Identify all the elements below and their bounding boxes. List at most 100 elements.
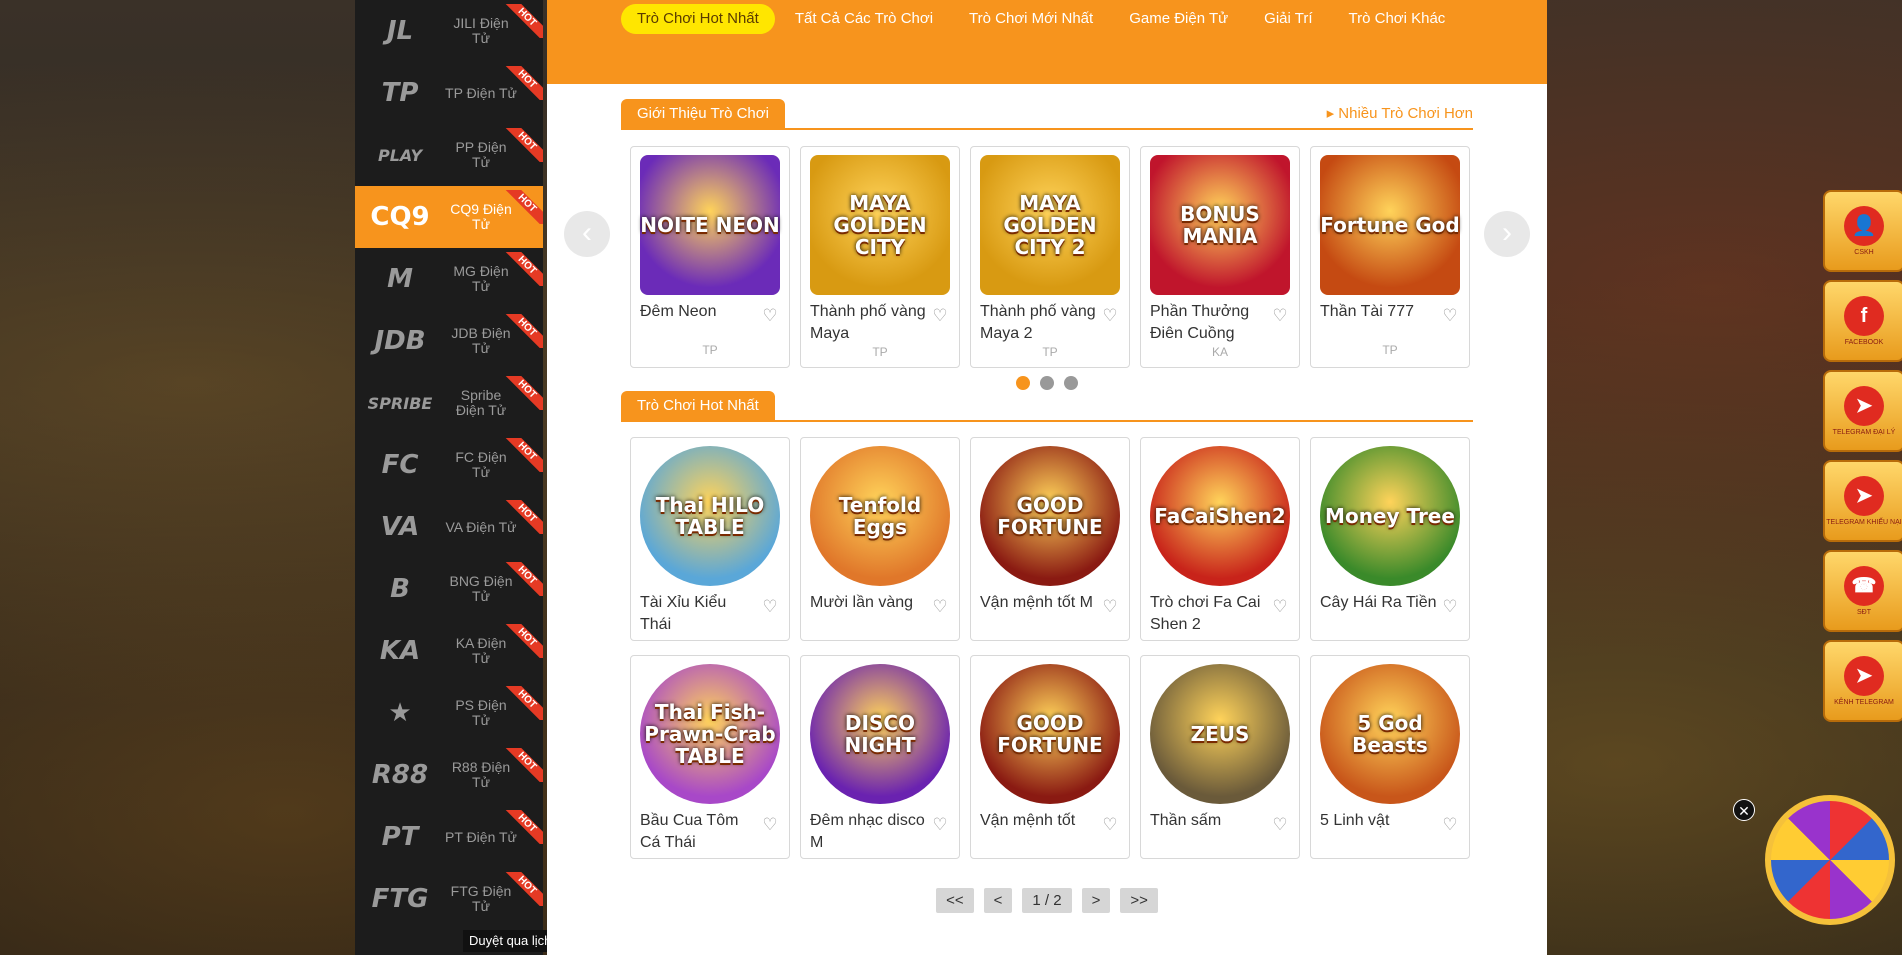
last-page-button[interactable]: >> bbox=[1120, 888, 1158, 913]
heart-icon[interactable]: ♡ bbox=[1101, 307, 1119, 325]
contact-button[interactable]: ☎ SĐT bbox=[1823, 550, 1902, 632]
nav-tab[interactable]: Giải Trí bbox=[1248, 4, 1328, 34]
hot-badge-label: HOT bbox=[505, 252, 543, 286]
provider-sidebar: JL JILI Điện Tử HOT TP TP Điện Tử HOT PLAY PP Đ… bbox=[355, 0, 543, 955]
heart-icon[interactable]: ♡ bbox=[1441, 307, 1459, 325]
contact-button[interactable]: 👤 CSKH bbox=[1823, 190, 1902, 272]
sidebar-item-provider[interactable]: TP TP Điện Tử HOT bbox=[355, 62, 543, 124]
game-card[interactable]: Money Tree Cây Hái Ra Tiền ♡ bbox=[1310, 437, 1470, 641]
nav-tab[interactable]: Tất Cả Các Trò Chơi bbox=[779, 4, 949, 34]
contact-button[interactable]: f FACEBOOK bbox=[1823, 280, 1902, 362]
next-page-button[interactable]: > bbox=[1081, 888, 1111, 913]
carousel-dot[interactable] bbox=[1064, 376, 1078, 390]
nav-tab[interactable]: Trò Chơi Hot Nhất bbox=[621, 4, 775, 34]
more-games-link[interactable]: ▸ Nhiều Trò Chơi Hơn bbox=[1327, 104, 1473, 122]
sidebar-item-provider[interactable]: KA KA Điện Tử HOT bbox=[355, 620, 543, 682]
hot-badge-label: HOT bbox=[505, 66, 543, 100]
game-card[interactable]: ZEUS Thần sấm ♡ bbox=[1140, 655, 1300, 859]
sidebar-item-provider[interactable]: R88 R88 Điện Tử HOT bbox=[355, 744, 543, 806]
game-card[interactable]: GOOD FORTUNE Vận mệnh tốt M ♡ bbox=[970, 437, 1130, 641]
heart-icon[interactable]: ♡ bbox=[931, 816, 949, 834]
nav-tab[interactable]: Game Điện Tử bbox=[1113, 4, 1244, 34]
carousel-prev-button[interactable]: ‹ bbox=[564, 211, 610, 257]
prev-page-button[interactable]: < bbox=[983, 888, 1013, 913]
heart-icon[interactable]: ♡ bbox=[1441, 816, 1459, 834]
game-card[interactable]: Thai Fish-Prawn-Crab TABLE Bầu Cua Tôm Cá… bbox=[630, 655, 790, 859]
heart-icon[interactable]: ♡ bbox=[1271, 598, 1289, 616]
game-provider: TP bbox=[1382, 343, 1398, 357]
intro-section-header: Giới Thiệu Trò Chơi ▸ Nhiều Trò Chơi Hơn bbox=[621, 99, 1473, 130]
contact-label: CSKH bbox=[1854, 249, 1874, 256]
heart-icon[interactable]: ♡ bbox=[761, 307, 779, 325]
heart-icon[interactable]: ♡ bbox=[1101, 816, 1119, 834]
game-thumbnail: GOOD FORTUNE bbox=[980, 446, 1120, 586]
game-provider: TP bbox=[872, 345, 888, 359]
game-card[interactable]: FaCaiShen2 Trò chơi Fa Cai Shen 2 ♡ bbox=[1140, 437, 1300, 641]
hot-badge: HOT bbox=[505, 66, 543, 100]
lucky-wheel[interactable] bbox=[1765, 795, 1895, 925]
main-panel: Trò Chơi Hot Nhất Tất Cả Các Trò Chơi Trò … bbox=[547, 0, 1547, 955]
close-wheel-button[interactable]: ✕ bbox=[1733, 799, 1755, 821]
heart-icon[interactable]: ♡ bbox=[1271, 816, 1289, 834]
hot-badge: HOT bbox=[505, 686, 543, 720]
game-card[interactable]: Tenfold Eggs Mười lần vàng ♡ bbox=[800, 437, 960, 641]
sidebar-item-provider[interactable]: FTG FTG Điện Tử HOT bbox=[355, 868, 543, 930]
heart-icon[interactable]: ♡ bbox=[761, 816, 779, 834]
game-card[interactable]: NOITE NEON Đêm Neon ♡ TP bbox=[630, 146, 790, 368]
game-thumbnail: DISCO NIGHT bbox=[810, 664, 950, 804]
hot-badge-label: HOT bbox=[505, 748, 543, 782]
sidebar-item-provider[interactable]: VA VA Điện Tử HOT bbox=[355, 496, 543, 558]
page-indicator: 1 / 2 bbox=[1022, 888, 1072, 913]
sidebar-item-provider[interactable]: JL JILI Điện Tử HOT bbox=[355, 0, 543, 62]
game-card[interactable]: DISCO NIGHT Đêm nhạc disco M ♡ bbox=[800, 655, 960, 859]
game-card[interactable]: 5 God Beasts 5 Linh vật ♡ bbox=[1310, 655, 1470, 859]
heart-icon[interactable]: ♡ bbox=[931, 598, 949, 616]
first-page-button[interactable]: << bbox=[936, 888, 974, 913]
contact-icon: ➤ bbox=[1844, 386, 1884, 426]
heart-icon[interactable]: ♡ bbox=[761, 598, 779, 616]
sidebar-item-provider[interactable]: PLAY PP Điện Tử HOT bbox=[355, 124, 543, 186]
nav-tab[interactable]: Trò Chơi Khác bbox=[1333, 4, 1462, 34]
game-thumbnail: ZEUS bbox=[1150, 664, 1290, 804]
game-card[interactable]: MAYA GOLDEN CITY Thành phố vàng Maya ♡ TP bbox=[800, 146, 960, 368]
hot-badge-label: HOT bbox=[505, 500, 543, 534]
heart-icon[interactable]: ♡ bbox=[1271, 307, 1289, 325]
sidebar-item-provider[interactable]: SPRIBE Spribe Điện Tử HOT bbox=[355, 372, 543, 434]
sidebar-item-provider[interactable]: JDB JDB Điện Tử HOT bbox=[355, 310, 543, 372]
contact-button[interactable]: ➤ TELEGRAM KHIẾU NẠI bbox=[1823, 460, 1902, 542]
hot-badge-label: HOT bbox=[505, 190, 543, 224]
provider-logo: JL bbox=[386, 16, 414, 46]
provider-logo: VA bbox=[380, 512, 420, 542]
heart-icon[interactable]: ♡ bbox=[1441, 598, 1459, 616]
sidebar-item-provider[interactable]: M MG Điện Tử HOT bbox=[355, 248, 543, 310]
game-thumbnail: Thai HILO TABLE bbox=[640, 446, 780, 586]
contact-label: KÊNH TELEGRAM bbox=[1834, 699, 1894, 706]
sidebar-item-provider[interactable]: CQ9 CQ9 Điện Tử HOT bbox=[355, 186, 543, 248]
game-card[interactable]: Fortune God Thần Tài 777 ♡ TP bbox=[1310, 146, 1470, 368]
heart-icon[interactable]: ♡ bbox=[931, 307, 949, 325]
nav-tab[interactable]: Trò Chơi Mới Nhất bbox=[953, 4, 1109, 34]
carousel-dot[interactable] bbox=[1040, 376, 1054, 390]
hot-badge: HOT bbox=[505, 500, 543, 534]
game-thumbnail: BONUS MANIA bbox=[1150, 155, 1290, 295]
sidebar-item-provider[interactable]: FC FC Điện Tử HOT bbox=[355, 434, 543, 496]
sidebar-item-provider[interactable]: PT PT Điện Tử HOT bbox=[355, 806, 543, 868]
provider-logo: KA bbox=[379, 636, 421, 666]
carousel-dot[interactable] bbox=[1016, 376, 1030, 390]
game-card[interactable]: Thai HILO TABLE Tài Xỉu Kiểu Thái ♡ bbox=[630, 437, 790, 641]
sidebar-item-provider[interactable]: ★ PS Điện Tử HOT bbox=[355, 682, 543, 744]
contact-icon: ➤ bbox=[1844, 476, 1884, 516]
game-thumbnail: FaCaiShen2 bbox=[1150, 446, 1290, 586]
sidebar-item-provider[interactable]: B BNG Điện Tử HOT bbox=[355, 558, 543, 620]
contact-button[interactable]: ➤ KÊNH TELEGRAM bbox=[1823, 640, 1902, 722]
game-thumbnail: MAYA GOLDEN CITY 2 bbox=[980, 155, 1120, 295]
hot-badge-label: HOT bbox=[505, 624, 543, 658]
carousel-next-button[interactable]: › bbox=[1484, 211, 1530, 257]
game-card[interactable]: GOOD FORTUNE Vận mệnh tốt ♡ bbox=[970, 655, 1130, 859]
provider-logo: CQ9 bbox=[370, 202, 430, 232]
game-card[interactable]: BONUS MANIA Phần Thưởng Điên Cuồng ♡ KA bbox=[1140, 146, 1300, 368]
heart-icon[interactable]: ♡ bbox=[1101, 598, 1119, 616]
contact-button[interactable]: ➤ TELEGRAM ĐẠI LÝ bbox=[1823, 370, 1902, 452]
game-card[interactable]: MAYA GOLDEN CITY 2 Thành phố vàng Maya 2 ♡… bbox=[970, 146, 1130, 368]
contact-icon: ☎ bbox=[1844, 566, 1884, 606]
